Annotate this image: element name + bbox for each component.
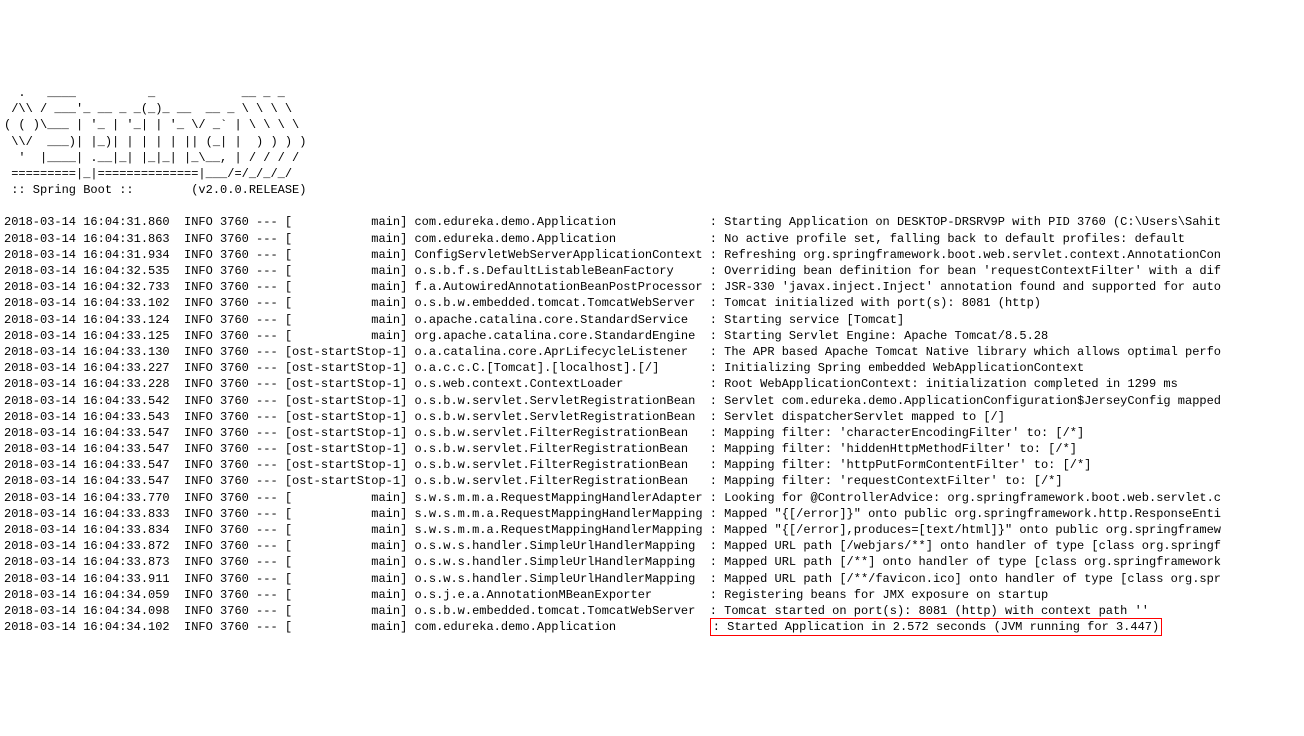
log-line: 2018-03-14 16:04:32.733 INFO 3760 --- [ … [4,279,1300,295]
log-line: 2018-03-14 16:04:33.102 INFO 3760 --- [ … [4,295,1300,311]
log-line: 2018-03-14 16:04:34.098 INFO 3760 --- [ … [4,603,1300,619]
log-line: 2018-03-14 16:04:33.130 INFO 3760 --- [o… [4,344,1300,360]
log-line: 2018-03-14 16:04:33.873 INFO 3760 --- [ … [4,554,1300,570]
log-line: 2018-03-14 16:04:32.535 INFO 3760 --- [ … [4,263,1300,279]
log-line: 2018-03-14 16:04:33.911 INFO 3760 --- [ … [4,571,1300,587]
banner-line: ( ( )\___ | '_ | '_| | '_ \/ _` | \ \ \ … [4,118,299,132]
log-line: 2018-03-14 16:04:33.547 INFO 3760 --- [o… [4,457,1300,473]
highlighted-message: : Started Application in 2.572 seconds (… [710,618,1162,636]
log-line: 2018-03-14 16:04:33.547 INFO 3760 --- [o… [4,441,1300,457]
log-line: 2018-03-14 16:04:33.834 INFO 3760 --- [ … [4,522,1300,538]
banner-line: ' |____| .__|_| |_|_| |_\__, | / / / / [4,151,299,165]
log-line: 2018-03-14 16:04:33.770 INFO 3760 --- [ … [4,490,1300,506]
log-line: 2018-03-14 16:04:31.863 INFO 3760 --- [ … [4,231,1300,247]
log-line: 2018-03-14 16:04:33.124 INFO 3760 --- [ … [4,312,1300,328]
log-line: 2018-03-14 16:04:33.547 INFO 3760 --- [o… [4,473,1300,489]
console-output: . ____ _ __ _ _ /\\ / ___'_ __ _ _(_)_ _… [4,69,1300,652]
log-line: 2018-03-14 16:04:33.833 INFO 3760 --- [ … [4,506,1300,522]
banner-line: =========|_|==============|___/=/_/_/_/ [4,167,292,181]
banner-line: . ____ _ __ _ _ [4,86,285,100]
log-line: 2018-03-14 16:04:34.102 INFO 3760 --- [ … [4,619,1300,635]
banner-line: \\/ ___)| |_)| | | | | || (_| | ) ) ) ) [4,135,306,149]
log-line: 2018-03-14 16:04:33.547 INFO 3760 --- [o… [4,425,1300,441]
spring-banner: . ____ _ __ _ _ /\\ / ___'_ __ _ _(_)_ _… [4,85,1300,198]
log-line: 2018-03-14 16:04:33.542 INFO 3760 --- [o… [4,393,1300,409]
log-line: 2018-03-14 16:04:31.860 INFO 3760 --- [ … [4,214,1300,230]
log-line: 2018-03-14 16:04:31.934 INFO 3760 --- [ … [4,247,1300,263]
log-line: 2018-03-14 16:04:34.059 INFO 3760 --- [ … [4,587,1300,603]
banner-line: :: Spring Boot :: (v2.0.0.RELEASE) [4,183,306,197]
banner-line: /\\ / ___'_ __ _ _(_)_ __ __ _ \ \ \ \ [4,102,292,116]
log-lines: 2018-03-14 16:04:31.860 INFO 3760 --- [ … [4,214,1300,635]
log-line: 2018-03-14 16:04:33.227 INFO 3760 --- [o… [4,360,1300,376]
log-line: 2018-03-14 16:04:33.228 INFO 3760 --- [o… [4,376,1300,392]
log-line: 2018-03-14 16:04:33.125 INFO 3760 --- [ … [4,328,1300,344]
log-line: 2018-03-14 16:04:33.543 INFO 3760 --- [o… [4,409,1300,425]
log-prefix: 2018-03-14 16:04:34.102 INFO 3760 --- [ … [4,620,710,634]
log-line: 2018-03-14 16:04:33.872 INFO 3760 --- [ … [4,538,1300,554]
